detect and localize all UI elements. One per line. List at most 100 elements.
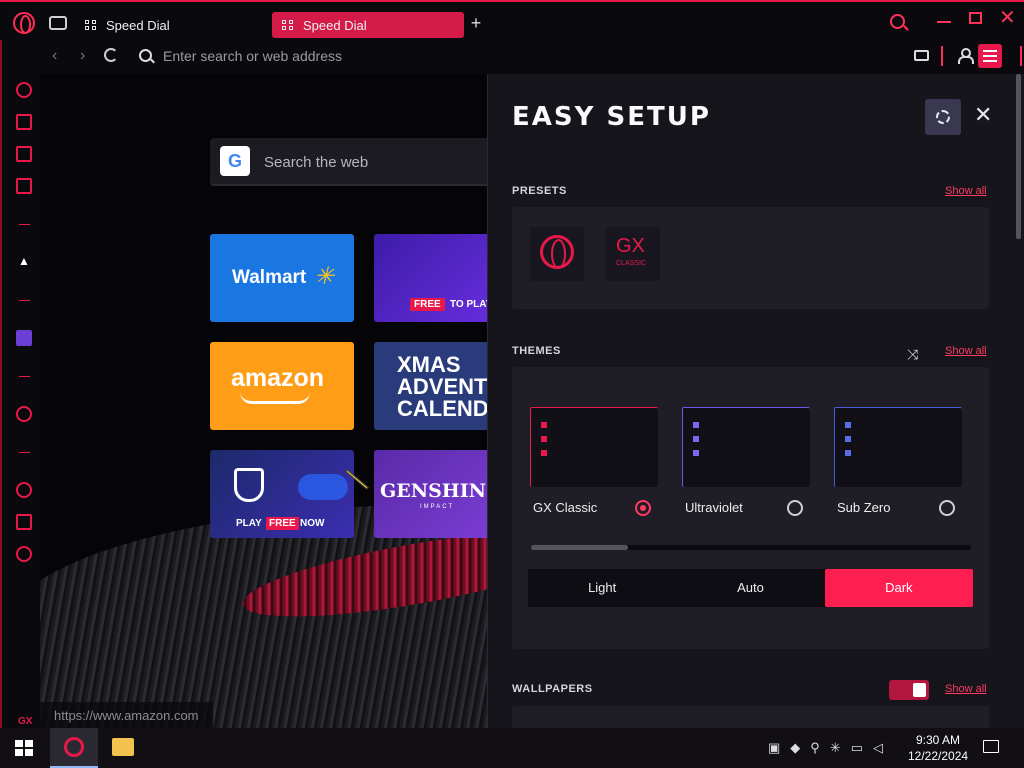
windows-start-icon[interactable] (15, 740, 33, 756)
theme-card-gx-classic[interactable] (530, 407, 658, 487)
browser-window: Speed Dial Speed Dial + ✕ ‹ › Enter sear… (0, 0, 1024, 768)
time: 9:30 AM (915, 733, 961, 747)
gx-cleaner-icon[interactable] (16, 114, 32, 130)
presets-box: GX CLASSIC (512, 207, 989, 309)
tab-speed-dial-1[interactable]: Speed Dial (85, 12, 265, 38)
panel-title: EASY SETUP (512, 102, 711, 132)
theme-name: GX Classic (533, 500, 598, 515)
mode-light-button[interactable]: Light (528, 569, 676, 607)
twitch-stream-icon[interactable] (16, 146, 32, 162)
themes-show-all[interactable]: Show all (945, 345, 987, 357)
scrollbar[interactable] (1016, 74, 1021, 239)
history-icon[interactable] (16, 482, 32, 498)
gx-control-icon[interactable] (16, 82, 32, 98)
tile-label: XMAS (397, 352, 461, 377)
themes-box: GX Classic Ultraviolet Sub Zero Light Au… (512, 367, 989, 649)
tab-speed-dial-2-active[interactable]: Speed Dial (272, 12, 464, 38)
player-icon[interactable] (16, 406, 32, 422)
gamepad-icon (298, 474, 348, 500)
tile-label: PLAY (236, 518, 262, 529)
divider (19, 300, 30, 301)
amazon-smile-icon (240, 392, 310, 404)
messenger-icon[interactable] (16, 178, 32, 194)
preset-opera[interactable] (530, 227, 584, 281)
gamepad-icon[interactable] (49, 16, 67, 30)
theme-radio-ultraviolet[interactable] (787, 500, 803, 516)
shuffle-icon[interactable]: ⤨ (907, 346, 918, 363)
wallpapers-toggle[interactable] (889, 680, 929, 700)
opera-logo-icon (540, 235, 574, 269)
windows-taskbar: ▣◆⚲✳▭◁ 9:30 AM 12/22/2024 (0, 728, 1024, 768)
reload-icon[interactable] (104, 48, 118, 62)
settings-icon[interactable] (16, 546, 32, 562)
tile-label: TO PLAY (450, 299, 493, 310)
wallpapers-label: WALLPAPERS (512, 683, 593, 695)
gx-label[interactable]: GX (18, 716, 32, 727)
extensions-icon[interactable] (16, 514, 32, 530)
tile-label: Walmart (232, 267, 307, 288)
notifications-icon[interactable] (983, 740, 999, 753)
mode-auto-button[interactable]: Auto (676, 569, 824, 607)
file-explorer-icon[interactable] (112, 738, 134, 756)
divider (19, 452, 30, 453)
tile-badge: FREE (266, 517, 299, 530)
theme-radio-sub-zero[interactable] (939, 500, 955, 516)
aria-icon[interactable]: ▲ (16, 254, 32, 270)
mode-selector: Light Auto Dark (528, 569, 973, 607)
taskbar-opera-gx[interactable] (50, 728, 98, 768)
slider-fill (531, 545, 628, 550)
tile-label: ADVENT (397, 374, 488, 399)
new-tab-plus-icon[interactable]: + (468, 14, 484, 32)
forward-icon[interactable]: › (80, 48, 85, 64)
tile-badge: FREE (410, 298, 445, 311)
search-web-placeholder: Search the web (264, 154, 369, 171)
speed-dial-world-of-warships[interactable]: PLAY FREE NOW (210, 450, 354, 538)
tab-label: Speed Dial (106, 17, 170, 33)
presets-label: PRESETS (512, 185, 567, 197)
divider (941, 46, 943, 66)
wallpapers-box (512, 706, 989, 728)
theme-card-ultraviolet[interactable] (682, 407, 810, 487)
grid-icon (85, 19, 96, 31)
camera-icon[interactable] (914, 50, 929, 61)
presets-show-all[interactable]: Show all (945, 185, 987, 197)
settings-button[interactable] (925, 99, 961, 135)
shield-icon (234, 468, 264, 502)
theme-card-sub-zero[interactable] (834, 407, 962, 487)
theme-slider[interactable] (531, 545, 971, 550)
status-url: https://www.amazon.com (40, 702, 213, 728)
preset-gx-classic[interactable]: GX CLASSIC (606, 227, 660, 281)
maximize-icon[interactable] (969, 12, 982, 24)
easy-setup-button[interactable] (978, 44, 1002, 68)
easy-setup-panel: EASY SETUP ✕ PRESETS Show all GX CLASSIC… (487, 74, 1024, 728)
wallpapers-show-all[interactable]: Show all (945, 683, 987, 695)
speed-dial-amazon[interactable]: amazon (210, 342, 354, 430)
tab-label: Speed Dial (303, 17, 367, 33)
google-icon: G (220, 146, 250, 176)
tile-label: GENSHIN (380, 480, 487, 502)
theme-radio-gx-classic[interactable] (635, 500, 651, 516)
close-window-icon[interactable]: ✕ (999, 8, 1016, 28)
sidebar: ▲ GX ••• (0, 40, 40, 758)
system-tray-icons[interactable]: ▣◆⚲✳▭◁ (768, 740, 893, 756)
divider (19, 376, 30, 377)
tile-label: amazon (231, 364, 325, 392)
search-web-box[interactable]: G Search the web (210, 138, 510, 186)
opera-gx-menu-icon[interactable] (13, 12, 35, 34)
search-icon (139, 49, 152, 62)
themes-label: THEMES (512, 345, 561, 357)
close-panel-icon[interactable]: ✕ (974, 104, 992, 126)
date: 12/22/2024 (908, 749, 969, 763)
taskbar-clock[interactable]: 9:30 AM 12/22/2024 (908, 732, 968, 764)
tile-label: NOW (300, 518, 325, 529)
twitch-icon[interactable] (16, 330, 32, 346)
tab-search-icon[interactable] (890, 14, 905, 29)
gx-logo: GX (616, 235, 645, 257)
user-icon[interactable] (958, 48, 974, 64)
mode-dark-button[interactable]: Dark (824, 569, 973, 607)
speed-dial-walmart[interactable]: Walmart ✳ (210, 234, 354, 322)
theme-name: Ultraviolet (685, 500, 743, 515)
minimize-icon[interactable] (937, 21, 951, 23)
back-icon[interactable]: ‹ (52, 48, 57, 64)
address-input[interactable]: Enter search or web address (163, 48, 342, 64)
